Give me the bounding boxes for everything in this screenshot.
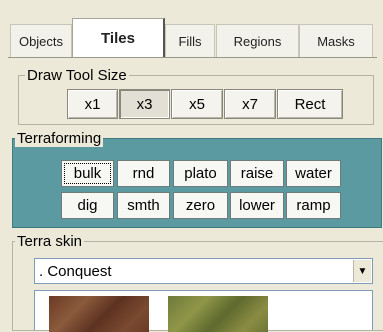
group-title: Terra skin — [15, 233, 85, 250]
button-label: plato — [184, 165, 217, 182]
skin-preview-area — [34, 290, 373, 332]
tab-fills[interactable]: Fills — [165, 24, 215, 57]
size-x1-button[interactable]: x1 — [67, 89, 118, 119]
button-label: ramp — [296, 197, 331, 214]
button-label: x7 — [242, 95, 258, 113]
tab-label: Masks — [317, 33, 355, 49]
draw-tool-size-group: Draw Tool Size x1 x3 x5 x7 Rect — [18, 67, 374, 125]
terraform-ramp-button[interactable]: ramp — [286, 192, 341, 219]
button-label: rnd — [132, 165, 155, 182]
button-label: dig — [77, 197, 98, 214]
size-x7-button[interactable]: x7 — [224, 89, 276, 119]
triangle-down-icon[interactable]: ▼ — [353, 260, 371, 282]
terraform-dig-button[interactable]: dig — [61, 192, 114, 219]
tab-label: Tiles — [101, 30, 135, 47]
group-title: Terraforming — [15, 130, 104, 147]
size-rect-button[interactable]: Rect — [277, 89, 343, 119]
skin-swatch-grass[interactable] — [168, 296, 268, 332]
button-label: x1 — [84, 95, 101, 113]
terraform-smth-button[interactable]: smth — [117, 192, 170, 219]
terraform-zero-button[interactable]: zero — [173, 192, 228, 219]
size-x3-button[interactable]: x3 — [119, 89, 170, 119]
terraform-water-button[interactable]: water — [286, 160, 341, 187]
terraform-raise-button[interactable]: raise — [230, 160, 284, 187]
terraforming-group: Terraforming bulk rnd plato raise water … — [12, 130, 382, 228]
tab-label: Regions — [233, 33, 282, 49]
skin-swatch-dirt[interactable] — [49, 296, 149, 332]
terraform-lower-button[interactable]: lower — [230, 192, 284, 219]
tab-bar: Objects Tiles Fills Regions Masks — [0, 0, 383, 58]
terraform-plato-button[interactable]: plato — [173, 160, 228, 187]
tab-tiles[interactable]: Tiles — [72, 18, 165, 58]
button-label: x3 — [136, 95, 153, 113]
button-label: smth — [127, 197, 160, 214]
button-label: bulk — [73, 165, 102, 182]
tab-masks[interactable]: Masks — [299, 24, 373, 57]
tab-divider — [8, 57, 377, 58]
button-label: x5 — [189, 95, 205, 113]
tab-label: Objects — [18, 33, 64, 49]
button-label: lower — [239, 197, 275, 214]
button-label: water — [295, 165, 332, 182]
button-label: raise — [240, 165, 274, 182]
tab-label: Fills — [178, 33, 202, 49]
tab-objects[interactable]: Objects — [10, 24, 72, 57]
terraform-bulk-button[interactable]: bulk — [61, 160, 114, 187]
terraform-rnd-button[interactable]: rnd — [117, 160, 170, 187]
select-value: . Conquest — [39, 262, 112, 280]
button-label: zero — [185, 197, 216, 214]
size-x5-button[interactable]: x5 — [171, 89, 223, 119]
terra-skin-group: Terra skin . Conquest ▼ — [12, 233, 383, 332]
tab-regions[interactable]: Regions — [216, 24, 299, 57]
terra-skin-select[interactable]: . Conquest ▼ — [34, 258, 373, 284]
button-label: Rect — [294, 95, 326, 113]
group-title: Draw Tool Size — [25, 67, 129, 84]
